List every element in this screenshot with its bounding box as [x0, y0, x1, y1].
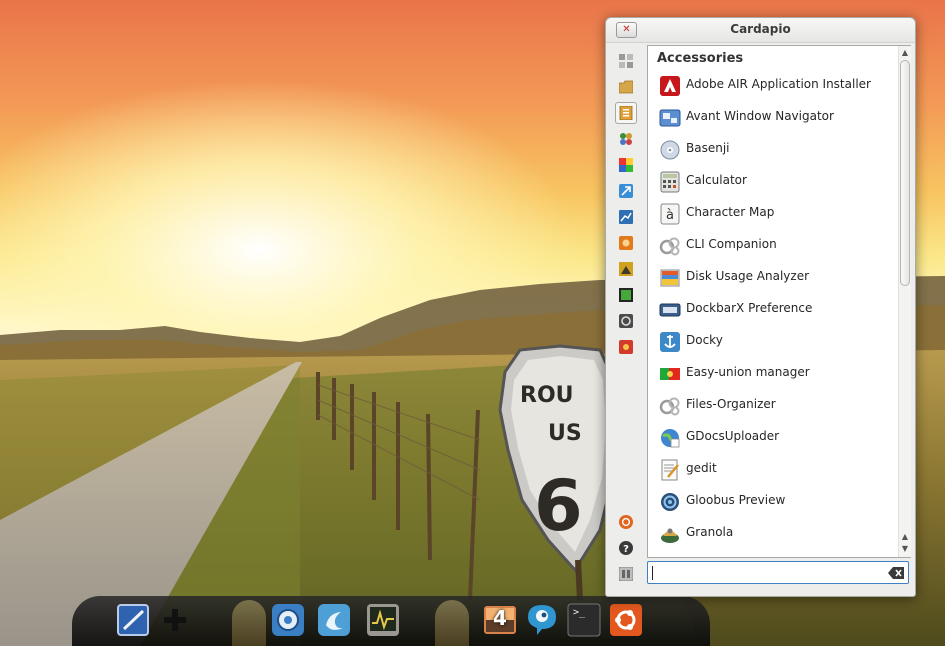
svg-text:à: à: [666, 208, 674, 223]
app-item-gloobus-preview[interactable]: Gloobus Preview: [648, 486, 898, 518]
scroll-up-icon[interactable]: ▲: [900, 48, 910, 58]
dockbarx-icon: [659, 299, 681, 321]
graphics-icon[interactable]: [616, 155, 636, 175]
adobe-air-icon: [659, 75, 681, 97]
app-item-avant-window-navigator[interactable]: Avant Window Navigator: [648, 102, 898, 134]
svg-text:?: ?: [623, 544, 629, 555]
calculator-icon: [659, 171, 681, 193]
gedit-icon: [659, 459, 681, 481]
education-icon[interactable]: [616, 129, 636, 149]
app-label: GDocsUploader: [686, 429, 780, 443]
window-titlebar[interactable]: ✕ Cardapio: [606, 18, 915, 43]
dock-separator: [232, 600, 266, 646]
docky-icon: [659, 331, 681, 353]
chat-icon[interactable]: [525, 603, 559, 637]
avant-icon: [659, 107, 681, 129]
browser-icon[interactable]: [271, 603, 305, 637]
app-label: CLI Companion: [686, 237, 777, 251]
ubuntu-logo-icon[interactable]: [609, 603, 643, 637]
list-scrollbar[interactable]: ▲ ▲ ▼: [898, 46, 911, 557]
app-label: Granola: [686, 525, 734, 539]
programming-icon[interactable]: [616, 233, 636, 253]
svg-text:US: US: [548, 421, 582, 446]
app-label: Gloobus Preview: [686, 493, 786, 507]
internet-icon[interactable]: [616, 181, 636, 201]
app-label: Character Map: [686, 205, 775, 219]
svg-text:6: 6: [534, 465, 583, 547]
office-icon[interactable]: [616, 207, 636, 227]
app-item-files-organizer[interactable]: Files-Organizer: [648, 390, 898, 422]
app-label: Adobe AIR Application Installer: [686, 77, 871, 91]
app-item-docky[interactable]: Docky: [648, 326, 898, 358]
scroll-down-icon[interactable]: ▼: [900, 544, 910, 554]
help-icon[interactable]: ?: [616, 538, 636, 558]
app-label: DockbarX Preference: [686, 301, 813, 315]
workspace-badge: 4: [493, 606, 507, 630]
gdocs-icon: [659, 427, 681, 449]
other-icon[interactable]: [616, 337, 636, 357]
cli-companion-icon: [659, 235, 681, 257]
clear-icon[interactable]: [888, 567, 904, 579]
svg-text:ROU: ROU: [520, 383, 574, 408]
sound-video-icon[interactable]: [616, 285, 636, 305]
app-item-basenji[interactable]: Basenji: [648, 134, 898, 166]
app-item-cli-companion[interactable]: CLI Companion: [648, 230, 898, 262]
app-item-easy-union-manager[interactable]: Easy-union manager: [648, 358, 898, 390]
app-item-granola[interactable]: Granola: [648, 518, 898, 550]
app-label: Avant Window Navigator: [686, 109, 834, 123]
drawing-app-icon[interactable]: [116, 603, 150, 637]
app-label: Calculator: [686, 173, 747, 187]
window-title: Cardapio: [730, 22, 791, 36]
app-label: Docky: [686, 333, 723, 347]
ubuntu-icon[interactable]: [616, 512, 636, 532]
folder-icon[interactable]: [616, 77, 636, 97]
settings-icon[interactable]: [616, 564, 636, 584]
system-monitor-icon[interactable]: [366, 603, 400, 637]
cardapio-window: ✕ Cardapio ? Accessories Adobe AIR Appli…: [605, 17, 916, 597]
granola-icon: [659, 523, 681, 545]
terminal-prompt: >_: [573, 607, 586, 618]
gloobus-icon: [659, 491, 681, 513]
scroll-up-icon[interactable]: ▲: [900, 532, 910, 542]
app-label: gedit: [686, 461, 717, 475]
scroll-thumb[interactable]: [900, 60, 910, 286]
app-item-dockbarx-preference[interactable]: DockbarX Preference: [648, 294, 898, 326]
basenji-icon: [659, 139, 681, 161]
favorites-icon[interactable]: [616, 51, 636, 71]
app-item-adobe-air[interactable]: Adobe AIR Application Installer: [648, 70, 898, 102]
category-sidebar: ?: [606, 43, 644, 593]
text-cursor: [652, 566, 653, 580]
app-label: Basenji: [686, 141, 730, 155]
dock-separator: [435, 600, 469, 646]
app-item-character-map[interactable]: à Character Map: [648, 198, 898, 230]
disk-usage-icon: [659, 267, 681, 289]
section-title: Accessories: [657, 51, 744, 66]
app-item-gedit[interactable]: gedit: [648, 454, 898, 486]
search-input[interactable]: [647, 561, 909, 584]
app-label: Disk Usage Analyzer: [686, 269, 810, 283]
files-organizer-icon: [659, 395, 681, 417]
app-item-disk-usage-analyzer[interactable]: Disk Usage Analyzer: [648, 262, 898, 294]
easy-union-icon: [659, 363, 681, 385]
system-tools-icon[interactable]: [616, 311, 636, 331]
app-item-calculator[interactable]: Calculator: [648, 166, 898, 198]
app-label: Files-Organizer: [686, 397, 776, 411]
character-map-icon: à: [659, 203, 681, 225]
accessories-icon[interactable]: [615, 102, 637, 124]
app-item-gdocsuploader[interactable]: GDocsUploader: [648, 422, 898, 454]
app-label: Easy-union manager: [686, 365, 810, 379]
app-list: Accessories Adobe AIR Application Instal…: [647, 45, 911, 558]
science-icon[interactable]: [616, 259, 636, 279]
plus-icon[interactable]: [158, 603, 192, 637]
blender-icon[interactable]: [317, 603, 351, 637]
